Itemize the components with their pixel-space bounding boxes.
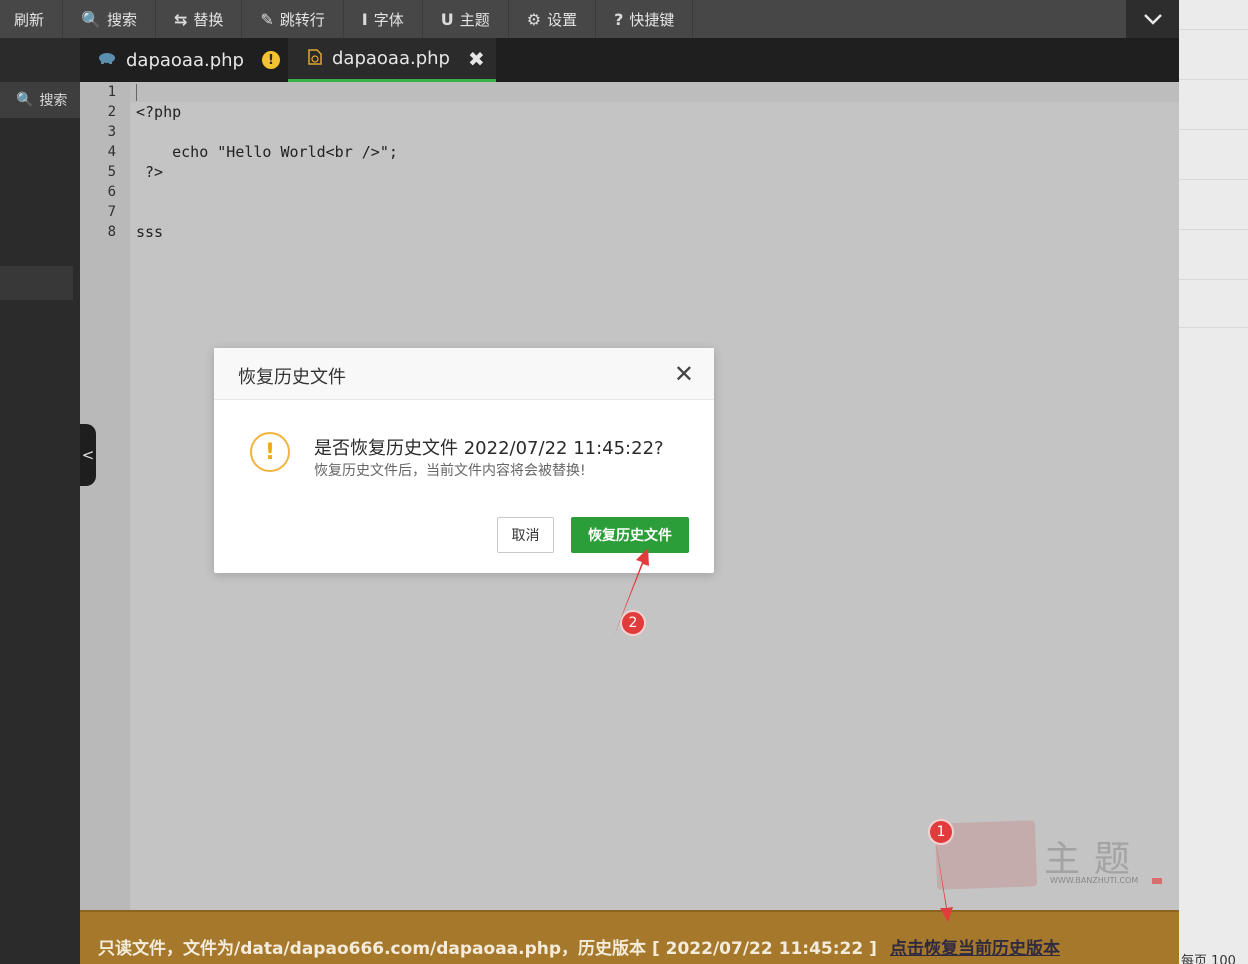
annotation-marker-1: 1: [928, 819, 954, 845]
annotation-arrow-1: [935, 838, 953, 922]
annotation-arrows: [614, 548, 953, 922]
annotation-marker-2: 2: [620, 610, 646, 636]
